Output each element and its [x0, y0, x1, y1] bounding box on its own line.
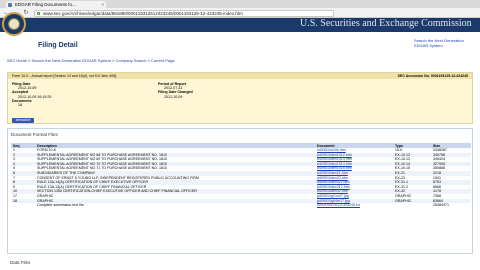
filing-info-panel: Form 10-K - Annual report [Section 13 an… [7, 72, 473, 127]
document-link[interactable]: d409510dex1015.htm [317, 166, 352, 170]
breadcrumb-search[interactable]: Search the Next-Generation EDGAR System [31, 58, 111, 63]
lock-icon [37, 11, 40, 15]
document-link[interactable]: d409510dex23.htm [317, 176, 348, 180]
page-title: Filing Detail [38, 42, 78, 49]
form-description: Form 10-K - Annual report [Section 13 an… [12, 74, 118, 78]
interactive-data-button[interactable]: Interactive Data [12, 118, 34, 127]
tab-title: EDGAR Filing Documents fo... [15, 2, 76, 7]
table-row: Complete submission text file 0001193125-… [11, 203, 471, 208]
document-link[interactable]: d409510dex311.htm [317, 180, 350, 184]
document-link[interactable]: g409510g64m17.jpg [317, 199, 350, 203]
cell-seq [11, 203, 35, 208]
data-files-label: Data Files [10, 260, 31, 265]
breadcrumb-company-search[interactable]: Company Search [116, 58, 147, 63]
document-files-title: Document Format Files [11, 132, 58, 137]
sec-banner: U.S. Securities and Exchange Commission [0, 18, 480, 32]
cell-size: 25384471 [433, 203, 449, 208]
filing-form-header: Form 10-K - Annual report [Section 13 an… [8, 73, 472, 79]
banner-text: U.S. Securities and Exchange Commission [300, 18, 472, 29]
document-link[interactable]: 0001193125-12-424245.txt [317, 203, 360, 207]
document-link[interactable]: d409510dex1014.htm [317, 162, 352, 166]
document-link[interactable]: d409510dex1012.htm [317, 153, 352, 157]
close-icon[interactable]: × [101, 1, 104, 8]
document-files-panel: Document Format Files Seq Description Do… [7, 128, 473, 254]
address-bar[interactable]: www.sec.gov/Archives/edgar/data/881890/0… [34, 9, 334, 17]
accession-number: SEC Accession No. 0001193125-12-424245 [398, 73, 468, 79]
accession-value: 0001193125-12-424245 [430, 74, 468, 78]
search-next-gen-link[interactable]: Search the Next-Generation EDGAR System [414, 38, 476, 48]
favicon-icon [8, 2, 12, 7]
breadcrumb-current: Current Page [150, 58, 175, 63]
url-text: www.sec.gov/Archives/edgar/data/881890/0… [43, 10, 243, 16]
sec-seal-logo[interactable] [2, 12, 26, 36]
changed-label: Filing Date Changed [158, 90, 193, 95]
browser-tab[interactable]: EDGAR Filing Documents fo... × [6, 1, 106, 8]
cell-type [393, 203, 431, 208]
document-link[interactable]: d409510dex32.htm [317, 189, 348, 193]
breadcrumb-sec-home[interactable]: SEC Home [7, 58, 27, 63]
document-table: Seq Description Document Type Size 1 FORM… [11, 143, 471, 208]
period-group: Period of Report 2012-07-31 Filing Date … [158, 82, 193, 99]
browser-tab-bar: EDGAR Filing Documents fo... × [0, 0, 480, 8]
breadcrumb: SEC Home » Search the Next-Generation ED… [7, 58, 175, 63]
seal-center [8, 18, 20, 30]
document-link[interactable]: d409510d10k.htm [317, 148, 346, 152]
browser-toolbar: ← → ↻ www.sec.gov/Archives/edgar/data/88… [0, 8, 480, 18]
changed-value: 2012-10-09 [164, 94, 183, 99]
cell-description: Complete submission text file [37, 203, 84, 208]
accession-label: SEC Accession No. [397, 74, 430, 78]
cell-document-link[interactable]: 0001193125-12-424245.txt [315, 203, 393, 208]
documents-value: 18 [18, 103, 22, 108]
document-link[interactable]: g409510g01e07.jpg [317, 194, 349, 198]
document-link[interactable]: d409510dex21.htm [317, 171, 348, 175]
document-link[interactable]: d409510dex312.htm [317, 185, 350, 189]
filing-date-group: Filing Date 2012-10-09 Accepted 2012-10-… [12, 82, 51, 107]
document-link[interactable]: d409510dex1013.htm [317, 157, 352, 161]
